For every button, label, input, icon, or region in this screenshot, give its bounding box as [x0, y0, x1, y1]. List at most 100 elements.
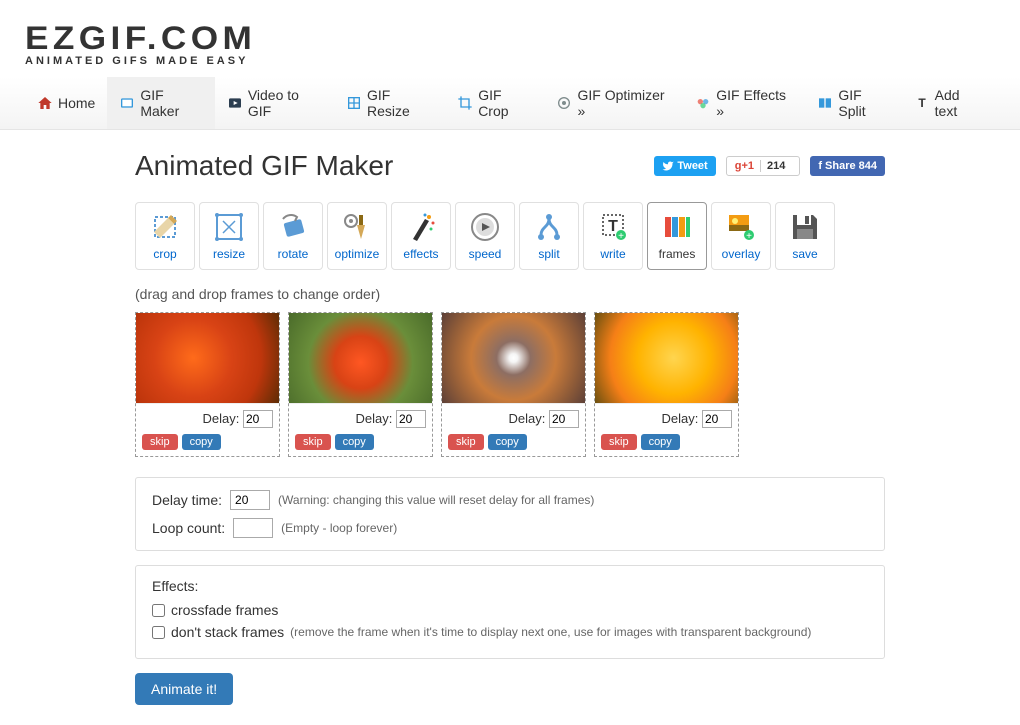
- svg-text:T: T: [608, 218, 618, 235]
- frame-delay-row: Delay:: [595, 403, 738, 434]
- frame-skip-button[interactable]: skip: [295, 434, 331, 450]
- delay-time-label: Delay time:: [152, 492, 222, 508]
- tool-label: rotate: [278, 247, 309, 261]
- resize-icon: [346, 95, 362, 111]
- frame-card[interactable]: Delay: skipcopy: [288, 312, 433, 457]
- overlay-icon: +: [725, 211, 757, 243]
- frame-delay-input[interactable]: [702, 410, 732, 428]
- nav-item-gif-optimizer-[interactable]: GIF Optimizer »: [544, 77, 683, 129]
- frame-delay-input[interactable]: [243, 410, 273, 428]
- tool-write[interactable]: T+ write: [583, 202, 643, 270]
- main-nav: Home GIF Maker Video to GIF GIF Resize GIF C…: [0, 77, 1020, 130]
- effects-icon: [695, 95, 711, 111]
- tool-speed[interactable]: speed: [455, 202, 515, 270]
- write-icon: T+: [597, 211, 629, 243]
- twitter-icon: [662, 160, 674, 172]
- nav-item-home[interactable]: Home: [25, 77, 107, 129]
- effects-panel: Effects: crossfade frames don't stack fr…: [135, 565, 885, 659]
- nav-item-gif-effects-[interactable]: GIF Effects »: [683, 77, 805, 129]
- fb-share-button[interactable]: f Share 844: [810, 156, 885, 176]
- dontstack-checkbox[interactable]: [152, 626, 165, 639]
- tool-save[interactable]: save: [775, 202, 835, 270]
- tool-label: resize: [213, 247, 245, 261]
- tool-resize[interactable]: resize: [199, 202, 259, 270]
- home-icon: [37, 95, 53, 111]
- nav-item-gif-crop[interactable]: GIF Crop: [445, 77, 544, 129]
- drag-hint: (drag and drop frames to change order): [135, 286, 885, 302]
- video-icon: [227, 95, 243, 111]
- gplus-button[interactable]: g+1 214: [726, 156, 801, 176]
- frame-skip-button[interactable]: skip: [448, 434, 484, 450]
- nav-label: GIF Effects »: [716, 87, 793, 119]
- split-icon: [533, 211, 565, 243]
- optimize-icon: [341, 211, 373, 243]
- dontstack-label: don't stack frames: [171, 624, 284, 640]
- loop-count-note: (Empty - loop forever): [281, 521, 397, 535]
- crossfade-checkbox[interactable]: [152, 604, 165, 617]
- dontstack-note: (remove the frame when it's time to disp…: [290, 625, 811, 639]
- nav-item-gif-resize[interactable]: GIF Resize: [334, 77, 445, 129]
- tool-rotate[interactable]: rotate: [263, 202, 323, 270]
- frame-delay-input[interactable]: [549, 410, 579, 428]
- svg-text:+: +: [618, 231, 624, 242]
- save-icon: [789, 211, 821, 243]
- tool-label: crop: [153, 247, 176, 261]
- frame-thumbnail: [289, 313, 432, 403]
- nav-item-add-text[interactable]: TAdd text: [902, 77, 995, 129]
- frames-row: Delay: skipcopyDelay: skipcopyDelay: ski…: [135, 312, 885, 457]
- nav-label: GIF Optimizer »: [577, 87, 671, 119]
- tool-overlay[interactable]: + overlay: [711, 202, 771, 270]
- animate-button[interactable]: Animate it!: [135, 673, 233, 705]
- frame-copy-button[interactable]: copy: [182, 434, 221, 450]
- tool-effects[interactable]: effects: [391, 202, 451, 270]
- crossfade-label: crossfade frames: [171, 602, 278, 618]
- tool-label: write: [600, 247, 625, 261]
- nav-item-gif-split[interactable]: GIF Split: [805, 77, 901, 129]
- frame-delay-input[interactable]: [396, 410, 426, 428]
- nav-label: GIF Maker: [140, 87, 202, 119]
- tool-optimize[interactable]: optimize: [327, 202, 387, 270]
- nav-label: Home: [58, 95, 95, 111]
- frame-card[interactable]: Delay: skipcopy: [594, 312, 739, 457]
- nav-label: GIF Split: [838, 87, 889, 119]
- tool-crop[interactable]: crop: [135, 202, 195, 270]
- delay-time-input[interactable]: [230, 490, 270, 510]
- frame-delay-row: Delay:: [289, 403, 432, 434]
- frame-copy-button[interactable]: copy: [335, 434, 374, 450]
- nav-item-gif-maker[interactable]: GIF Maker: [107, 77, 214, 129]
- tool-label: overlay: [722, 247, 761, 261]
- crop-icon: [457, 95, 473, 111]
- rotate-icon: [277, 211, 309, 243]
- nav-item-video-to-gif[interactable]: Video to GIF: [215, 77, 334, 129]
- frame-delay-row: Delay:: [136, 403, 279, 434]
- effects-icon: [405, 211, 437, 243]
- frame-copy-button[interactable]: copy: [488, 434, 527, 450]
- tool-label: optimize: [335, 247, 380, 261]
- svg-text:+: +: [746, 231, 752, 242]
- optimize-icon: [556, 95, 572, 111]
- tool-frames[interactable]: frames: [647, 202, 707, 270]
- tool-label: frames: [659, 247, 696, 261]
- frame-delay-label: Delay:: [509, 411, 549, 426]
- svg-text:T: T: [918, 96, 926, 110]
- tool-split[interactable]: split: [519, 202, 579, 270]
- loop-count-label: Loop count:: [152, 520, 225, 536]
- resize-icon: [213, 211, 245, 243]
- frame-copy-button[interactable]: copy: [641, 434, 680, 450]
- tweet-button[interactable]: Tweet: [654, 156, 715, 176]
- site-header: EZGIF.COM ANIMATED GIFS MADE EASY: [0, 0, 1020, 77]
- text-icon: T: [914, 95, 930, 111]
- frame-delay-row: Delay:: [442, 403, 585, 434]
- logo-main: EZGIF.COM: [25, 20, 1020, 57]
- frame-card[interactable]: Delay: skipcopy: [135, 312, 280, 457]
- frame-card[interactable]: Delay: skipcopy: [441, 312, 586, 457]
- nav-label: GIF Resize: [367, 87, 433, 119]
- tool-label: save: [792, 247, 817, 261]
- loop-count-input[interactable]: [233, 518, 273, 538]
- frame-thumbnail: [442, 313, 585, 403]
- tool-label: speed: [469, 247, 502, 261]
- settings-panel: Delay time: (Warning: changing this valu…: [135, 477, 885, 551]
- frame-skip-button[interactable]: skip: [601, 434, 637, 450]
- effects-title: Effects:: [152, 578, 868, 594]
- frame-skip-button[interactable]: skip: [142, 434, 178, 450]
